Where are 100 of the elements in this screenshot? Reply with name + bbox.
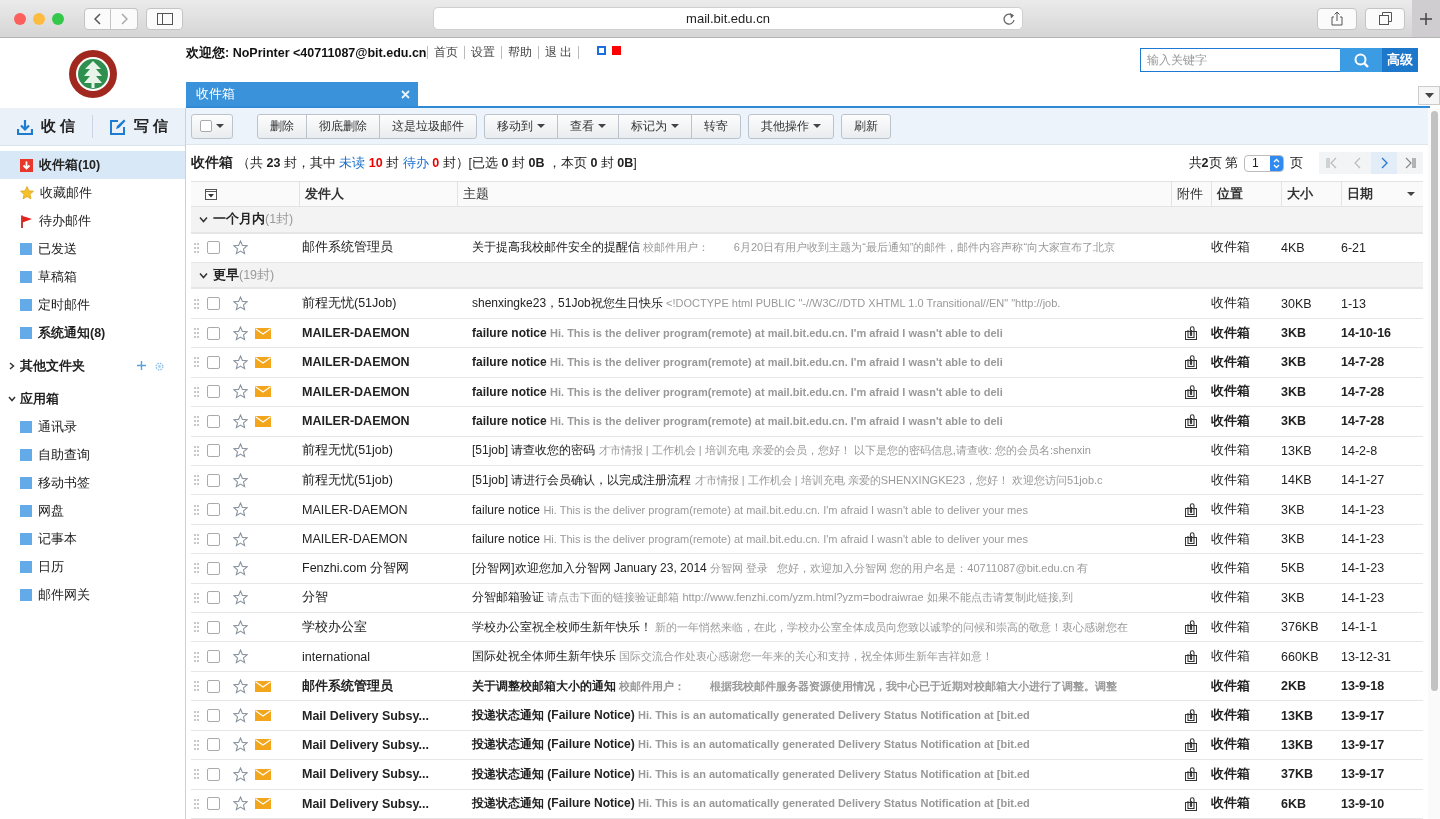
- toolbar-button[interactable]: 这是垃圾邮件: [379, 113, 477, 139]
- chevron-down-icon[interactable]: [199, 271, 208, 279]
- drag-handle-icon[interactable]: [194, 563, 199, 574]
- next-page-button[interactable]: [1371, 152, 1397, 174]
- subject-cell[interactable]: 投递状态通知 (Failure Notice) Hi. This is an automatically generated Delivery Status Notification at [bit.ed: [457, 707, 1171, 725]
- folder-item[interactable]: 定时邮件: [0, 291, 185, 319]
- drag-handle-icon[interactable]: [194, 504, 199, 515]
- drag-handle-icon[interactable]: [194, 681, 199, 692]
- drag-handle-icon[interactable]: [194, 445, 199, 456]
- star-icon[interactable]: [233, 708, 248, 724]
- chevron-right-icon[interactable]: [8, 362, 16, 370]
- app-item[interactable]: 移动书签: [0, 469, 185, 497]
- subject-cell[interactable]: 国际处祝全体师生新年快乐 国际交流合作处衷心感谢您一年来的关心和支持，祝全体师生新年吉祥如意！: [457, 648, 1171, 666]
- header-link[interactable]: 退 出: [537, 46, 579, 59]
- star-icon[interactable]: [233, 619, 248, 635]
- dropdown-button[interactable]: 标记为: [618, 113, 692, 139]
- drag-handle-icon[interactable]: [194, 651, 199, 662]
- forward-button[interactable]: [111, 7, 138, 30]
- checkbox[interactable]: [207, 620, 220, 634]
- star-icon[interactable]: [233, 766, 248, 782]
- drag-handle-icon[interactable]: [194, 416, 199, 427]
- checkbox[interactable]: [207, 767, 220, 781]
- drag-handle-icon[interactable]: [194, 739, 199, 750]
- dropdown-button[interactable]: 移动到: [484, 113, 558, 139]
- header-link[interactable]: 设置: [463, 46, 501, 59]
- checkbox[interactable]: [207, 241, 220, 255]
- checkbox[interactable]: [207, 797, 220, 811]
- star-icon[interactable]: [233, 796, 248, 812]
- checkbox[interactable]: [207, 326, 220, 340]
- app-item[interactable]: 记事本: [0, 525, 185, 553]
- subject-cell[interactable]: failure notice Hi. This is the deliver program(remote) at mail.bit.edu.cn. I'm afraid I wasn't able to deliver your mes: [457, 532, 1171, 546]
- search-field[interactable]: 输入关键字: [1140, 48, 1340, 72]
- folder-item[interactable]: 已发送: [0, 235, 185, 263]
- checkbox[interactable]: [207, 385, 220, 399]
- drag-handle-icon[interactable]: [194, 357, 199, 368]
- subject-cell[interactable]: failure notice Hi. This is the deliver program(remote) at mail.bit.edu.cn. I'm afraid I wasn't able to deli: [457, 326, 1171, 341]
- page-select[interactable]: 1: [1244, 154, 1284, 172]
- advanced-search-button[interactable]: 高级: [1382, 48, 1418, 72]
- column-header[interactable]: 大小: [1281, 182, 1341, 206]
- checkbox[interactable]: [207, 414, 220, 428]
- address-bar[interactable]: mail.bit.edu.cn: [433, 7, 1023, 30]
- column-header[interactable]: 附件: [1171, 182, 1211, 206]
- checkbox[interactable]: [207, 561, 220, 575]
- app-item[interactable]: 邮件网关: [0, 581, 185, 609]
- star-icon[interactable]: [233, 325, 248, 341]
- scroll-thumb[interactable]: [1430, 111, 1438, 691]
- subject-cell[interactable]: [分智网]欢迎您加入分智网 January 23, 2014 分智网 登录 您好，欢迎加入分智网 您的用户名是：40711087@bit.edu.cn 有: [457, 559, 1171, 577]
- header-link[interactable]: 帮助: [500, 46, 538, 59]
- app-item[interactable]: 自助查询: [0, 441, 185, 469]
- checkbox[interactable]: [207, 650, 220, 664]
- plus-icon[interactable]: [137, 360, 146, 370]
- checkbox[interactable]: [207, 444, 220, 458]
- folder-item[interactable]: 草稿箱: [0, 263, 185, 291]
- search-button[interactable]: [1340, 48, 1382, 72]
- section-heading[interactable]: 其他文件夹: [20, 357, 85, 375]
- folder-item[interactable]: 系统通知(8): [0, 319, 185, 347]
- drag-handle-icon[interactable]: [194, 710, 199, 721]
- window-control[interactable]: [14, 12, 26, 25]
- subject-cell[interactable]: failure notice Hi. This is the deliver program(remote) at mail.bit.edu.cn. I'm afraid I wasn't able to deli: [457, 355, 1171, 370]
- header-link[interactable]: 首页: [426, 46, 464, 59]
- star-icon[interactable]: [233, 678, 248, 694]
- subject-cell[interactable]: failure notice Hi. This is the deliver program(remote) at mail.bit.edu.cn. I'm afraid I wasn't able to deliver your mes: [457, 502, 1171, 517]
- star-icon[interactable]: [233, 502, 248, 518]
- drag-handle-icon[interactable]: [194, 475, 199, 486]
- folder-item[interactable]: 收件箱(10): [0, 151, 185, 179]
- checkbox[interactable]: [207, 532, 220, 546]
- star-icon[interactable]: [233, 240, 248, 256]
- subject-cell[interactable]: 分智邮箱验证 请点击下面的链接验证邮箱 http://www.fenzhi.com/yzm.html?yzm=bodraiwrae 如果不能点击请复制此链接,到: [457, 589, 1171, 607]
- app-item[interactable]: 通讯录: [0, 413, 185, 441]
- theme-swatch[interactable]: [596, 46, 606, 55]
- app-item[interactable]: 网盘: [0, 497, 185, 525]
- select-dropdown[interactable]: [191, 113, 233, 139]
- tab-menu-button[interactable]: [1418, 86, 1440, 105]
- share-button[interactable]: [1317, 7, 1357, 30]
- drag-handle-icon[interactable]: [194, 534, 199, 544]
- star-icon[interactable]: [233, 413, 248, 429]
- subject-cell[interactable]: 投递状态通知 (Failure Notice) Hi. This is an automatically generated Delivery Status Notification at [bit.ed: [457, 795, 1171, 813]
- drag-handle-icon[interactable]: [194, 769, 199, 780]
- subject-cell[interactable]: 关于调整校邮箱大小的通知 校邮件用户： 根据我校邮件服务器资源使用情况，我中心已于近期对校邮箱大小进行了调整。调整: [457, 677, 1171, 695]
- toolbar-button[interactable]: 删除: [257, 113, 307, 139]
- checkbox[interactable]: [207, 297, 220, 311]
- checkbox[interactable]: [207, 503, 220, 517]
- star-icon[interactable]: [233, 384, 248, 400]
- section-heading[interactable]: 应用箱: [20, 390, 59, 408]
- drag-handle-icon[interactable]: [194, 592, 199, 603]
- dropdown-button[interactable]: 其他操作: [748, 113, 834, 139]
- folder-item[interactable]: 收藏邮件: [0, 179, 185, 207]
- drag-handle-icon[interactable]: [194, 798, 199, 809]
- column-header[interactable]: 主题: [457, 182, 1171, 206]
- subject-cell[interactable]: [51job] 请查收您的密码 才市情报 | 工作机会 | 培训充电 亲爱的会员，您好！ 以下是您的密码信息,请查收: 您的会员名:shenxin: [457, 442, 1171, 460]
- window-control[interactable]: [33, 12, 45, 25]
- new-tab-button[interactable]: [1412, 0, 1440, 37]
- sidebar-button[interactable]: [146, 7, 183, 30]
- star-icon[interactable]: [233, 354, 248, 370]
- sort-menu-icon[interactable]: [205, 188, 217, 200]
- back-button[interactable]: [84, 7, 111, 30]
- drag-handle-icon[interactable]: [194, 298, 199, 309]
- subject-cell[interactable]: failure notice Hi. This is the deliver program(remote) at mail.bit.edu.cn. I'm afraid I wasn't able to deli: [457, 414, 1171, 429]
- chevron-down-icon[interactable]: [199, 215, 208, 223]
- drag-handle-icon[interactable]: [194, 386, 199, 397]
